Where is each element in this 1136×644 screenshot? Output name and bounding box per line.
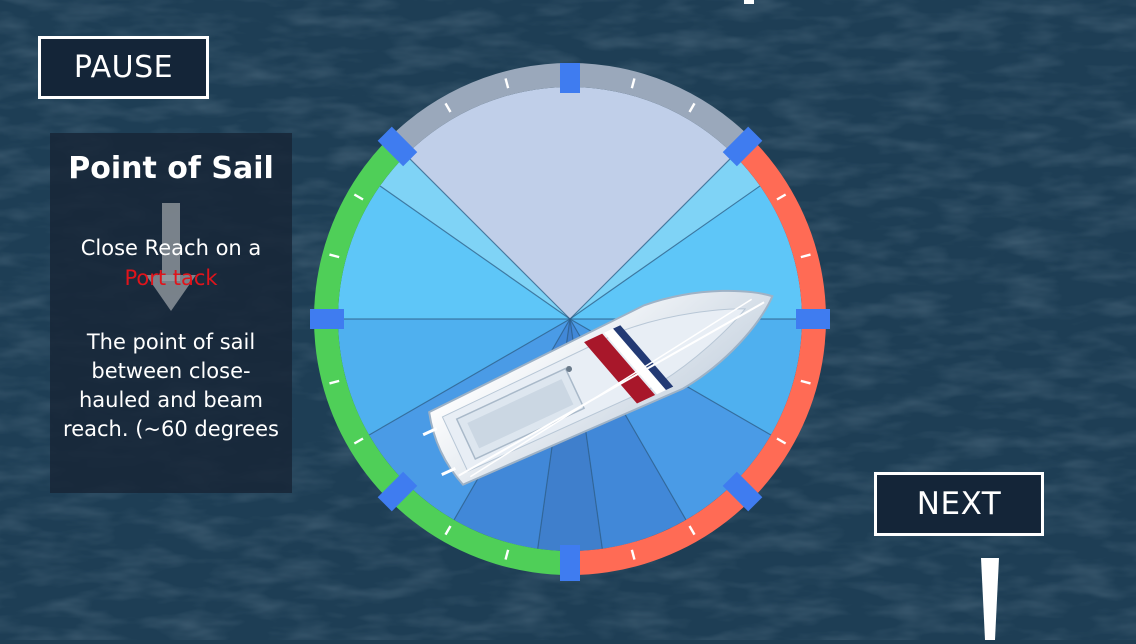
point-of-sail-description: The point of sail between close-hauled a… [63, 330, 279, 441]
subtitle-line: Close Reach on a [80, 236, 262, 260]
next-button[interactable]: NEXT [874, 472, 1044, 536]
panel-title: Point of Sail [68, 151, 274, 186]
ring-marker [310, 309, 344, 329]
tack-label: Port tack [124, 266, 218, 290]
point-of-sail-panel: Point of Sail Close Reach on a Port tack… [50, 133, 292, 493]
wind-indicator-mast [981, 558, 999, 640]
point-of-sail-name: Close Reach on a Port tack [50, 233, 292, 293]
point-of-sail-dial [310, 63, 830, 581]
ring-marker [796, 309, 830, 329]
pause-button[interactable]: PAUSE [38, 36, 209, 99]
ring-marker [560, 545, 580, 581]
wind-indicator-tip [744, 0, 754, 4]
ring-marker [560, 63, 580, 93]
